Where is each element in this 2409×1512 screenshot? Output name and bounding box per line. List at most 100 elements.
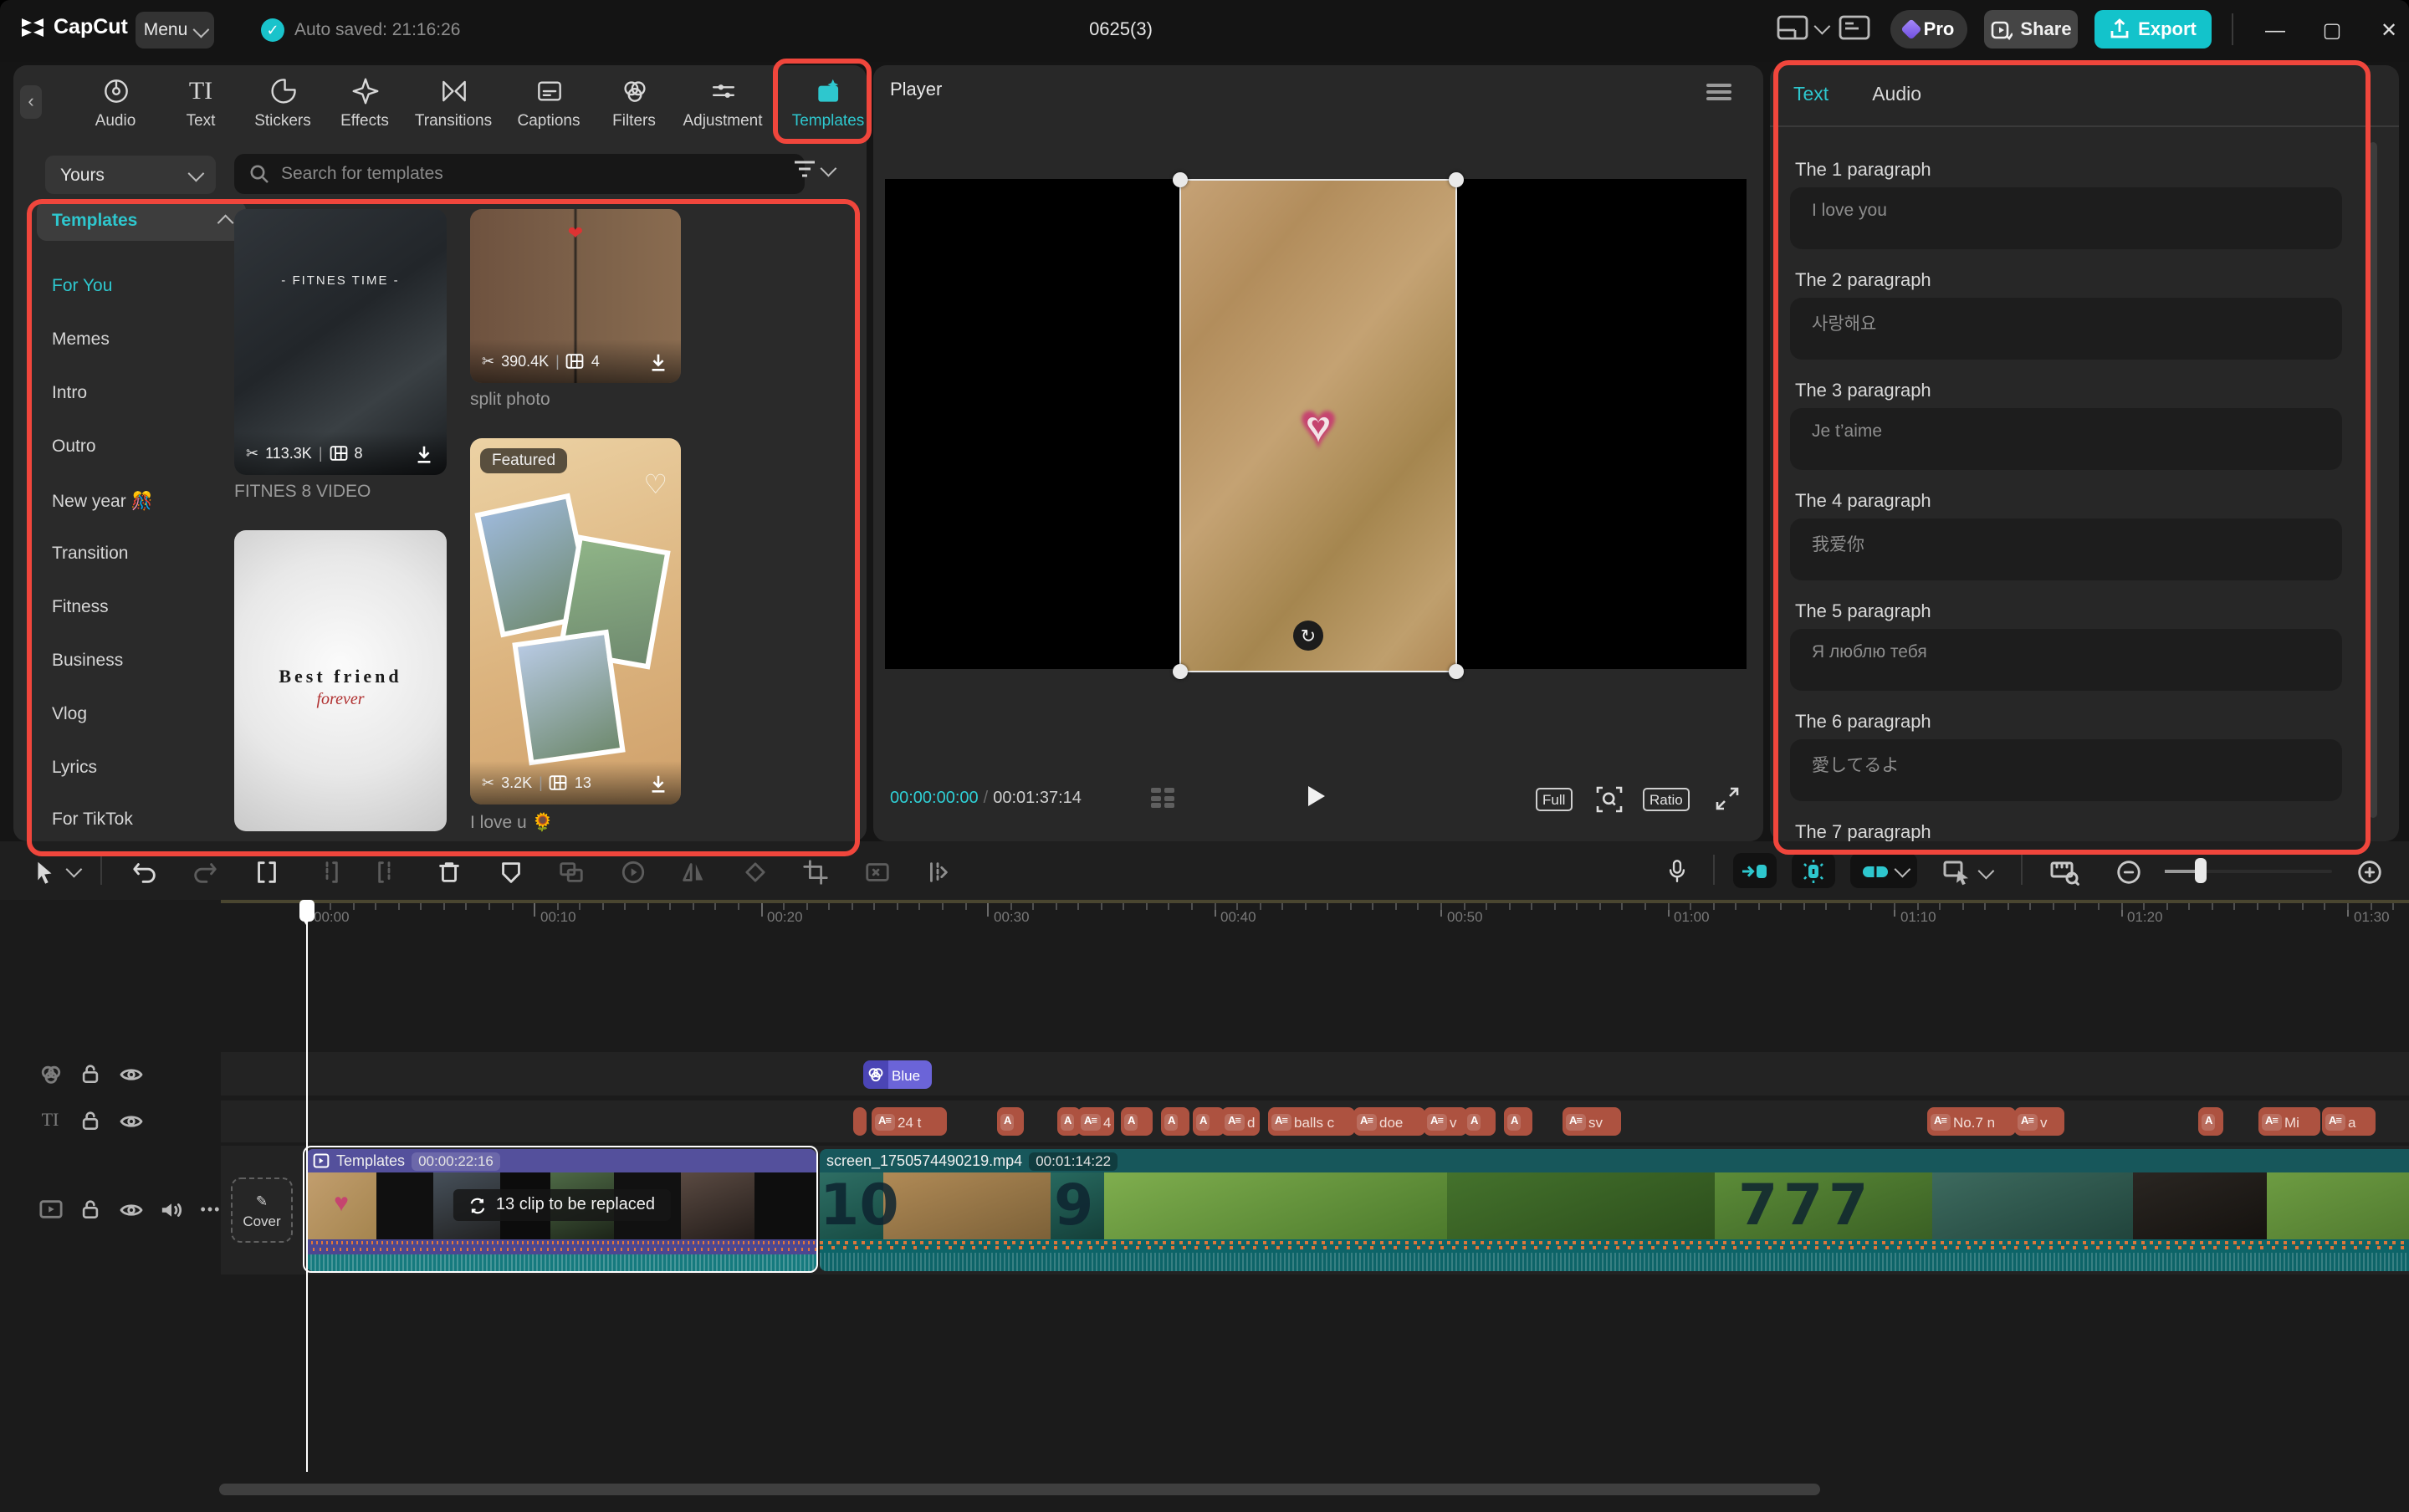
text-clip[interactable]: A≡24 t [872,1107,947,1136]
split-icon[interactable] [249,855,283,888]
microphone-icon[interactable] [1660,855,1693,888]
sidebar-item-memes[interactable]: Memes [37,319,233,360]
paragraph-input-2[interactable]: 사랑해요 [1790,298,2342,360]
template-card-3[interactable]: ♡Featured✂3.2K|13 [470,438,681,805]
cursor-icon[interactable] [27,855,60,888]
sidebar-item-transition[interactable]: Transition [37,534,233,574]
ratio-button[interactable]: Ratio [1643,788,1690,811]
download-icon[interactable] [647,772,669,794]
menu-button[interactable]: Menu [136,12,214,49]
tool-adjustment[interactable]: Adjustment [681,74,765,130]
tool-audio[interactable]: Audio [74,74,157,130]
paragraph-input-6[interactable]: 愛してるよ [1790,739,2342,801]
share-button[interactable]: Share [1984,10,2078,49]
lock-icon[interactable] [77,1196,104,1223]
preview-cursor-toggle[interactable] [1937,855,1994,888]
filter-clip[interactable]: Blue [863,1060,932,1089]
text-clip[interactable]: A≡Mi [2258,1107,2320,1136]
zoom-in-icon[interactable] [2352,855,2386,888]
pro-button[interactable]: Pro [1890,10,1967,49]
preview-canvas[interactable]: ♥♥♥ [885,179,1747,669]
sidebar-item-for-you[interactable]: For You [37,266,233,306]
eye-icon[interactable] [117,1107,144,1134]
mirror-icon[interactable] [677,855,710,888]
more-icon[interactable]: ••• [197,1196,224,1223]
sidebar-item-new-year-[interactable]: New year 🎊 [37,480,233,520]
preview-media[interactable]: ♥♥♥ [1179,179,1457,672]
selection-handle[interactable] [1173,664,1188,679]
frames-view-icon[interactable] [1151,788,1174,808]
collapse-panel-button[interactable]: ‹ [20,85,42,119]
maximize-button[interactable]: ▢ [2312,10,2352,50]
split-right-icon[interactable] [371,855,405,888]
speed-icon[interactable] [616,855,649,888]
rings-icon[interactable] [37,1060,64,1087]
speaker-icon[interactable] [157,1196,184,1223]
chevron-down-icon[interactable] [66,861,83,878]
template-card-4[interactable]: Best friendforever [234,530,447,831]
download-icon[interactable] [413,442,435,464]
overlap-icon[interactable] [555,855,588,888]
zoom-slider[interactable] [2165,870,2332,873]
playhead-handle[interactable] [299,900,315,922]
selection-handle[interactable] [1449,172,1464,187]
sidebar-item-intro[interactable]: Intro [37,373,233,413]
playhead[interactable] [306,900,309,1472]
minimize-button[interactable]: — [2255,10,2295,50]
templates-clip[interactable]: Templates 00:00:22:16 ♥ 13 clip to be re… [306,1149,816,1271]
ruler-zoom-icon[interactable] [2048,855,2081,888]
zoom-out-icon[interactable] [2111,855,2145,888]
tool-transitions[interactable]: Transitions [412,74,495,130]
source-select[interactable]: Yours [45,156,216,194]
text-clip[interactable] [853,1107,867,1136]
split-left-icon[interactable] [310,855,344,888]
snap-toggle[interactable] [1733,853,1777,888]
zoom-slider-handle[interactable] [2195,858,2207,883]
sidebar-item-fitness[interactable]: Fitness [37,587,233,627]
paragraph-input-3[interactable]: Je t’aime [1790,408,2342,470]
focus-zoom-icon[interactable] [1596,786,1623,813]
paragraph-input-4[interactable]: 我爱你 [1790,518,2342,580]
paragraph-input-5[interactable]: Я люблю тебя [1790,629,2342,691]
text-clip[interactable]: A [1121,1107,1153,1136]
tool-filters[interactable]: Filters [592,74,676,130]
lock-icon[interactable] [77,1060,104,1087]
tool-captions[interactable]: Captions [507,74,591,130]
text-track-icon[interactable]: TI [37,1107,64,1134]
highlight-toggle[interactable] [1792,853,1835,888]
tab-audio[interactable]: Audio [1872,85,1921,105]
lock-icon[interactable] [77,1107,104,1134]
tool-effects[interactable]: Effects [323,74,407,130]
text-clip[interactable]: A≡4 [1077,1107,1114,1136]
full-button[interactable]: Full [1536,788,1572,811]
notes-panel-button[interactable] [1839,15,1870,40]
tool-templates[interactable]: Templates [786,74,867,130]
caption-delete-icon[interactable] [860,855,893,888]
selection-handle[interactable] [1173,172,1188,187]
close-button[interactable]: ✕ [2369,10,2409,50]
paragraph-input-1[interactable]: I love you [1790,187,2342,249]
template-card-1[interactable]: - FITNES TIME -✂113.3K|8 [234,209,447,475]
play-button[interactable] [1308,786,1325,806]
text-clip[interactable]: A≡v [1424,1107,1467,1136]
redo-icon[interactable] [188,855,222,888]
mask-icon[interactable] [494,855,527,888]
fullscreen-icon[interactable] [1715,786,1740,811]
link-toggle[interactable] [1850,853,1917,888]
text-clip[interactable]: A≡v [2014,1107,2064,1136]
eye-icon[interactable] [117,1060,144,1087]
video-clip[interactable]: screen_1750574490219.mp4 00:01:14:22 109… [820,1149,2409,1271]
text-clip[interactable]: A≡sv [1563,1107,1621,1136]
tab-text[interactable]: Text [1793,85,1828,105]
player-menu-icon[interactable] [1706,84,1731,105]
template-card-2[interactable]: ❤✂390.4K|4 [470,209,681,383]
search-input[interactable]: Search for templates [234,154,805,194]
text-clip[interactable]: A≡d [1221,1107,1260,1136]
download-icon[interactable] [647,350,669,372]
eye-icon[interactable] [117,1196,144,1223]
sidebar-item-business[interactable]: Business [37,641,233,681]
text-clip[interactable]: A≡balls c [1268,1107,1355,1136]
audio-split-icon[interactable] [921,855,954,888]
sidebar-item-vlog[interactable]: Vlog [37,694,233,734]
sidebar-item-outro[interactable]: Outro [37,427,233,467]
